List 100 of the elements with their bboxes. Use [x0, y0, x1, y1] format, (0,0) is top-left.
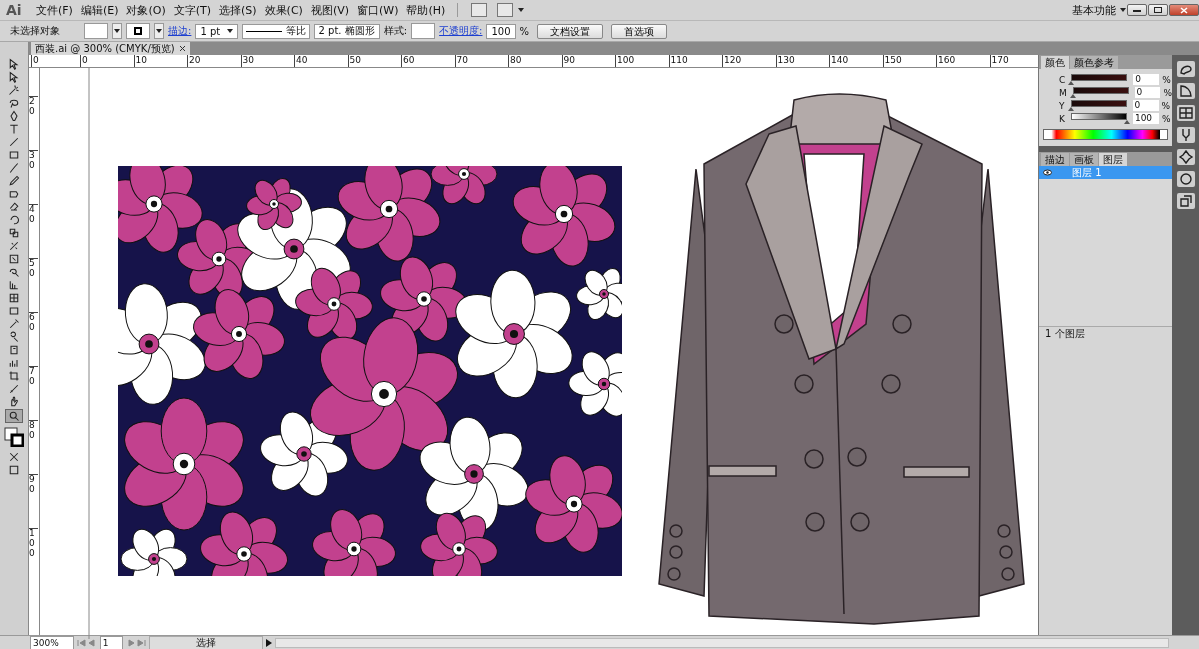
ruler-label: 110: [668, 55, 722, 67]
percent-sign: %: [519, 25, 530, 37]
ruler-label: 60: [401, 55, 455, 67]
menu-item[interactable]: 对象(O): [122, 2, 170, 18]
minimize-button[interactable]: [1127, 4, 1147, 16]
percent-sign: %: [1163, 87, 1172, 98]
panel-tab[interactable]: 描边: [1041, 153, 1069, 166]
stroke-square-icon: [134, 27, 142, 35]
eye-icon[interactable]: [1043, 169, 1052, 176]
menu-item[interactable]: 选择(S): [215, 2, 261, 18]
dropdown-button[interactable]: [112, 23, 122, 39]
caret-icon: [226, 29, 233, 33]
current-tool-status[interactable]: 选择: [149, 636, 264, 649]
style-swatch[interactable]: [411, 23, 436, 39]
ruler-label: 100: [615, 55, 669, 67]
close-icon: [1180, 6, 1188, 14]
workspace-switcher[interactable]: 基本功能: [1068, 2, 1120, 18]
toolbar-button[interactable]: 文档设置: [537, 23, 604, 39]
close-icon[interactable]: [178, 45, 186, 52]
ruler-label: 150: [882, 55, 936, 67]
style-label: 样式:: [383, 24, 408, 38]
brush-field[interactable]: 2 pt. 椭圆形: [313, 23, 380, 39]
fill-swatch[interactable]: [84, 23, 108, 39]
channel-value-field[interactable]: 0: [1132, 100, 1159, 111]
ruler-label: 40: [294, 55, 348, 67]
menu-item[interactable]: 编辑(E): [76, 2, 123, 18]
ruler-label: 40: [29, 204, 38, 258]
opacity-field[interactable]: 100: [486, 23, 516, 39]
panel-icon[interactable]: [1176, 171, 1195, 187]
tool-icon[interactable]: [6, 175, 22, 187]
panel-tab[interactable]: 颜色参考: [1070, 56, 1118, 69]
menu-item[interactable]: 文字(T): [169, 2, 216, 18]
ruler-label: 60: [29, 312, 38, 366]
toolbar-button[interactable]: 首选项: [611, 23, 668, 39]
ruler-label: 70: [454, 55, 508, 67]
channel-label: Y: [1059, 100, 1065, 111]
ruler-label: 80: [508, 55, 562, 67]
panel-tab[interactable]: 画板: [1070, 153, 1098, 166]
menu-item[interactable]: 窗口(W): [353, 2, 403, 18]
stroke-weight-field[interactable]: 1 pt: [195, 23, 238, 39]
ruler-label: 0: [31, 55, 80, 67]
ruler-label: 50: [29, 258, 38, 312]
percent-sign: %: [1162, 74, 1171, 85]
ruler-label: 20: [187, 55, 241, 67]
caret-icon: [518, 8, 525, 12]
channel-label: K: [1059, 113, 1065, 124]
ruler-label: 50: [347, 55, 401, 67]
ruler-label: 30: [29, 150, 38, 204]
ruler-label: 120: [722, 55, 776, 67]
menu-item[interactable]: 效果(C): [260, 2, 307, 18]
minimize-icon: [1133, 8, 1141, 12]
stroke-profile-field[interactable]: 等比: [241, 23, 310, 39]
caret-icon: [114, 29, 120, 33]
panel-icon[interactable]: [1176, 127, 1195, 143]
percent-sign: %: [1161, 100, 1171, 111]
ruler-label: 30: [240, 55, 294, 67]
ruler-label: 0: [80, 55, 134, 67]
menu-item[interactable]: 帮助(H): [402, 2, 450, 18]
restore-button[interactable]: [1148, 4, 1168, 16]
fill-stroke-icon[interactable]: [4, 427, 24, 447]
channel-label: C: [1059, 74, 1066, 85]
layer-count: 1 个图层: [1045, 327, 1085, 341]
panel-icon[interactable]: [1176, 193, 1195, 209]
close-button[interactable]: [1169, 4, 1199, 16]
menu-item[interactable]: 文件(F): [32, 2, 77, 18]
panel-icon[interactable]: [1176, 105, 1195, 121]
document-tab[interactable]: 西装.ai @ 300% (CMYK/预览): [31, 42, 190, 55]
tool-icon[interactable]: [5, 409, 23, 423]
panel-icon[interactable]: [1176, 149, 1195, 165]
app-logo: Ai: [5, 2, 23, 18]
ruler-label: 90: [29, 474, 38, 528]
percent-sign: %: [1161, 113, 1171, 124]
artboard-field[interactable]: 1: [99, 636, 124, 649]
caret-icon: [1120, 8, 1126, 12]
ruler-label: 80: [29, 420, 38, 474]
restore-icon: [1154, 7, 1162, 13]
panel-tab[interactable]: 颜色: [1041, 56, 1069, 69]
zoom-field[interactable]: 300%: [30, 636, 74, 649]
ruler-label: 160: [936, 55, 990, 67]
ruler-label: 20: [29, 96, 38, 150]
play-icon[interactable]: [266, 639, 273, 647]
channel-value-field[interactable]: 0: [1133, 74, 1160, 85]
stroke-swatch[interactable]: [126, 23, 150, 39]
panel-icon[interactable]: [1176, 61, 1195, 77]
ruler-label: 70: [29, 366, 38, 420]
ruler-label: 100: [29, 528, 38, 582]
color-spectrum[interactable]: [1043, 129, 1168, 140]
horizontal-scrollbar[interactable]: [275, 638, 1169, 648]
panel-tab[interactable]: 图层: [1099, 153, 1127, 166]
channel-value-field[interactable]: 0: [1134, 87, 1161, 98]
slider-thumb[interactable]: [1123, 120, 1130, 124]
dropdown-button[interactable]: [154, 23, 164, 39]
opacity-link[interactable]: 不透明度:: [439, 24, 483, 38]
stroke-link[interactable]: 描边:: [168, 24, 192, 38]
panel-icon[interactable]: [1176, 83, 1195, 99]
channel-label: M: [1059, 87, 1067, 98]
menu-item[interactable]: 视图(V): [306, 2, 353, 18]
channel-value-field[interactable]: 100: [1132, 113, 1159, 124]
selection-status: 未选择对象: [10, 24, 60, 38]
ruler-label: 90: [561, 55, 615, 67]
